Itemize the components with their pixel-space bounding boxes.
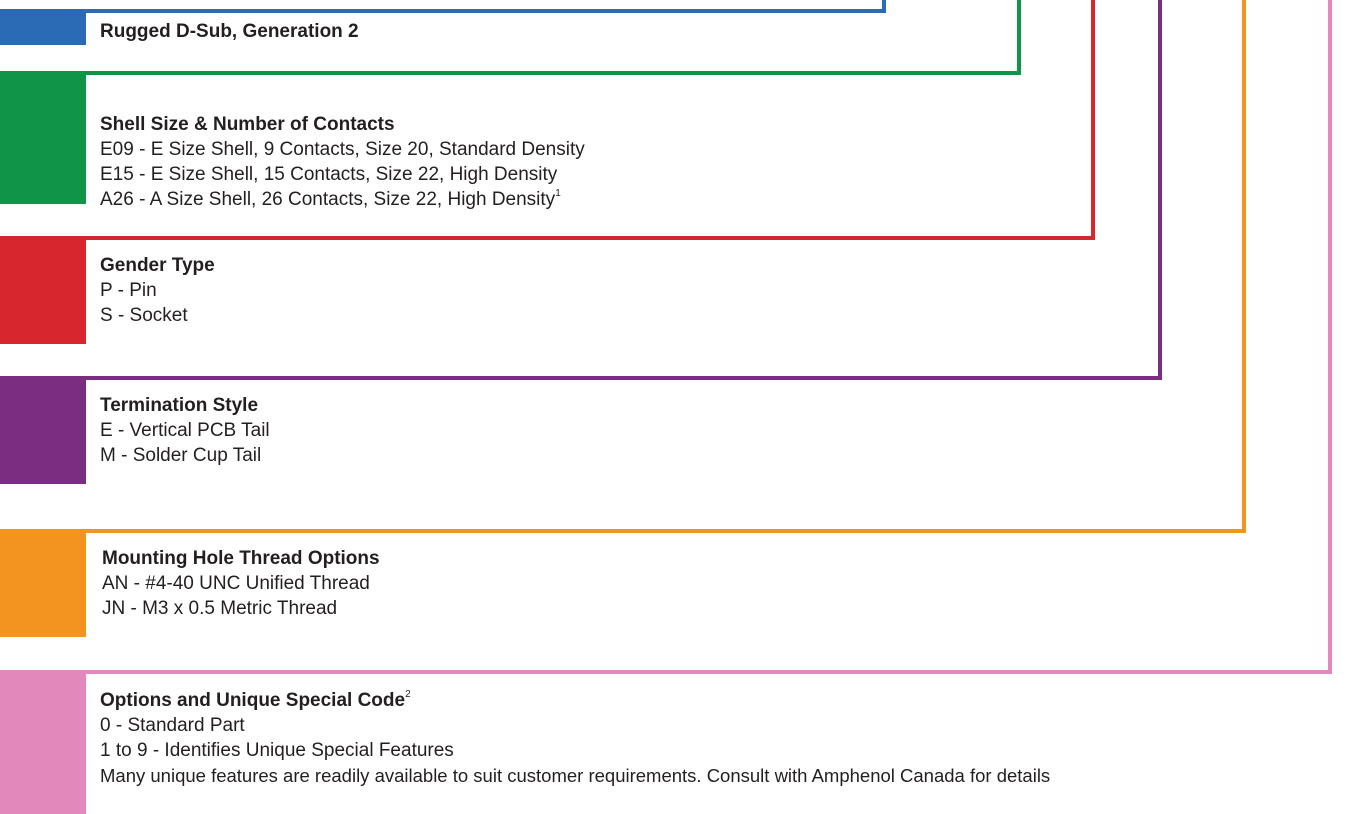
shell-size-option: E15 - E Size Shell, 15 Contacts, Size 22… bbox=[100, 164, 558, 185]
options-title-text: Options and Unique Special Code bbox=[100, 690, 406, 711]
options-section: Options and Unique Special Code2 0 - Sta… bbox=[100, 688, 1050, 788]
termination-option: M - Solder Cup Tail bbox=[100, 445, 262, 466]
termination-section: Termination Style E - Vertical PCB Tail … bbox=[100, 393, 270, 468]
options-option: 1 to 9 - Identifies Unique Special Featu… bbox=[100, 740, 454, 761]
red-swatch bbox=[0, 236, 86, 344]
termination-title: Termination Style bbox=[100, 395, 259, 416]
mounting-section: Mounting Hole Thread Options AN - #4-40 … bbox=[102, 546, 380, 621]
gender-title: Gender Type bbox=[100, 255, 215, 276]
shell-size-option: A26 - A Size Shell, 26 Contacts, Size 22… bbox=[100, 187, 585, 212]
shell-size-option: E09 - E Size Shell, 9 Contacts, Size 20,… bbox=[100, 139, 585, 160]
footnote-marker: 1 bbox=[555, 187, 561, 199]
blue-swatch bbox=[0, 9, 86, 45]
gender-option: S - Socket bbox=[100, 305, 188, 326]
orange-swatch bbox=[0, 529, 86, 637]
options-title: Options and Unique Special Code2 bbox=[100, 688, 1050, 713]
gender-section: Gender Type P - Pin S - Socket bbox=[100, 253, 215, 328]
gender-option: P - Pin bbox=[100, 280, 157, 301]
shell-size-section: Shell Size & Number of Contacts E09 - E … bbox=[100, 112, 585, 212]
mounting-option: AN - #4-40 UNC Unified Thread bbox=[102, 573, 370, 594]
options-option: 0 - Standard Part bbox=[100, 715, 245, 736]
green-swatch bbox=[0, 71, 86, 204]
series-title: Rugged D-Sub, Generation 2 bbox=[100, 21, 359, 42]
series-section: Rugged D-Sub, Generation 2 bbox=[100, 19, 359, 44]
purple-swatch bbox=[0, 376, 86, 484]
termination-option: E - Vertical PCB Tail bbox=[100, 420, 270, 441]
footnote-marker: 2 bbox=[405, 688, 411, 700]
shell-size-title: Shell Size & Number of Contacts bbox=[100, 114, 395, 135]
shell-size-option-text: A26 - A Size Shell, 26 Contacts, Size 22… bbox=[100, 189, 556, 210]
mounting-option: JN - M3 x 0.5 Metric Thread bbox=[102, 598, 338, 619]
mounting-title: Mounting Hole Thread Options bbox=[102, 548, 380, 569]
pink-swatch bbox=[0, 670, 86, 814]
options-note: Many unique features are readily availab… bbox=[100, 765, 1051, 786]
